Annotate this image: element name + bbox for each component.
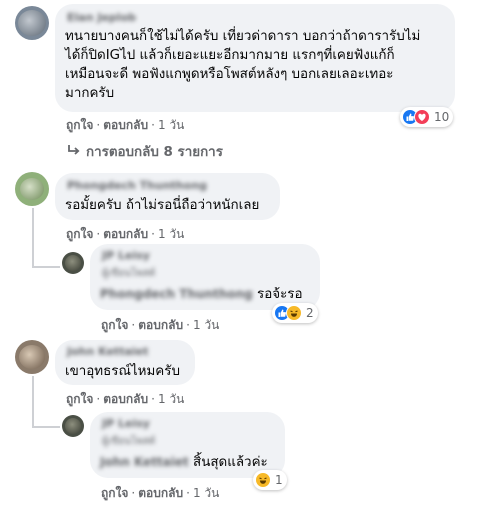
- author-badge: ผู้เขียนโพสต์: [102, 268, 156, 279]
- haha-reaction-icon: [255, 472, 271, 488]
- comment-bubble: John Kettaiet เขาอุทธรณ์ไหมครับ: [55, 340, 195, 385]
- thread-line: [32, 426, 60, 428]
- avatar[interactable]: [62, 415, 84, 437]
- comment-text-line: ได้ก็ปิดIGไป แล้วก็เยอะแยะอีกมากมาย แรกๆ…: [65, 48, 395, 63]
- like-button[interactable]: ถูกใจ: [101, 318, 128, 332]
- comment-author[interactable]: Phongdech Thunthong: [67, 179, 207, 192]
- comment-author[interactable]: John Kettaiet: [67, 345, 148, 358]
- reaction-count: 2: [306, 306, 314, 320]
- comment-actions: ถูกใจ · ตอบกลับ · 1 วัน: [66, 225, 184, 244]
- reply-actions: ถูกใจ · ตอบกลับ · 1 วัน: [101, 484, 219, 503]
- reaction-summary[interactable]: 2: [272, 303, 318, 323]
- comment-bubble: Phongdech Thunthong รอมั้ยครับ ถ้าไม่รอน…: [55, 173, 280, 220]
- avatar[interactable]: [15, 340, 49, 374]
- comment-author[interactable]: Elan Jeplob: [67, 11, 136, 24]
- comment-actions: ถูกใจ · ตอบกลับ · 1 วัน: [66, 390, 184, 409]
- like-button[interactable]: ถูกใจ: [66, 227, 93, 241]
- separator: ·: [186, 486, 190, 500]
- separator: ·: [151, 227, 155, 241]
- avatar[interactable]: [62, 252, 84, 274]
- mention-link[interactable]: Phongdech Thunthong: [100, 287, 253, 301]
- comment-bubble: Elan Jeplob ทนายบางคนก็ใช้ไม่ได้ครับ เที…: [55, 4, 455, 112]
- avatar[interactable]: [15, 6, 49, 40]
- reply-bubble: JP Leisy ผู้เขียนโพสต์ Phongdech Thuntho…: [90, 244, 320, 310]
- reply-button[interactable]: ตอบกลับ: [103, 118, 148, 132]
- reply-text: John Kettaiet สิ้นสุดแล้วค่ะ: [100, 453, 268, 472]
- like-button[interactable]: ถูกใจ: [101, 486, 128, 500]
- reply-button[interactable]: ตอบกลับ: [138, 318, 183, 332]
- comment-text-line: เหมือนจะดี พอฟังแกพูดหรือโพสต์หลังๆ บอกเ…: [65, 67, 394, 82]
- thread-line: [32, 208, 34, 268]
- mention-link[interactable]: John Kettaiet: [100, 455, 189, 469]
- reply-text: Phongdech Thunthong รอจ้ะรอ: [100, 285, 303, 304]
- reply-timestamp[interactable]: 1 วัน: [193, 486, 219, 500]
- reply-text-content: รอจ้ะรอ: [252, 287, 303, 302]
- comments-panel: { "comments": [ { "author": "Elan Jeplob…: [0, 0, 493, 505]
- comment-timestamp[interactable]: 1 วัน: [158, 118, 184, 132]
- comment-text: รอมั้ยครับ ถ้าไม่รอนี่ถือว่าหนักเลย: [65, 198, 260, 213]
- author-badge: ผู้เขียนโพสต์: [102, 436, 156, 447]
- separator: ·: [96, 118, 101, 132]
- separator: ·: [131, 318, 136, 332]
- separator: ·: [151, 392, 155, 406]
- reaction-count: 1: [275, 473, 283, 487]
- comment-text-line: มากครับ: [65, 86, 115, 101]
- comment-text-line: ทนายบางคนก็ใช้ไม่ได้ครับ เที่ยวด่าดารา บ…: [65, 29, 421, 44]
- comment-timestamp[interactable]: 1 วัน: [158, 392, 184, 406]
- reply-arrow-icon: [66, 142, 82, 158]
- like-button[interactable]: ถูกใจ: [66, 392, 93, 406]
- like-button[interactable]: ถูกใจ: [66, 118, 93, 132]
- avatar[interactable]: [15, 172, 49, 206]
- reply-button[interactable]: ตอบกลับ: [138, 486, 183, 500]
- reply-author[interactable]: JP Leisy: [102, 249, 150, 262]
- comment-text: เขาอุทธรณ์ไหมครับ: [65, 364, 180, 379]
- separator: ·: [186, 318, 190, 332]
- haha-reaction-icon: [286, 305, 302, 321]
- reply-bubble: JP Leisy ผู้เขียนโพสต์ John Kettaiet สิ้…: [90, 412, 285, 478]
- thread-line: [32, 266, 60, 268]
- love-reaction-icon: [414, 109, 430, 125]
- separator: ·: [96, 227, 101, 241]
- separator: ·: [131, 486, 136, 500]
- separator: ·: [96, 392, 101, 406]
- view-replies-link[interactable]: การตอบกลับ 8 รายการ: [86, 141, 223, 162]
- reaction-count: 10: [434, 110, 450, 124]
- thread-line: [32, 376, 34, 428]
- reaction-summary[interactable]: 10: [400, 107, 454, 127]
- reply-text-content: สิ้นสุดแล้วค่ะ: [188, 455, 268, 470]
- reply-button[interactable]: ตอบกลับ: [103, 392, 148, 406]
- comment-timestamp[interactable]: 1 วัน: [158, 227, 184, 241]
- reply-timestamp[interactable]: 1 วัน: [193, 318, 219, 332]
- separator: ·: [151, 118, 155, 132]
- reply-author[interactable]: JP Leisy: [102, 417, 150, 430]
- comment-actions: ถูกใจ · ตอบกลับ · 1 วัน: [66, 116, 184, 135]
- reply-button[interactable]: ตอบกลับ: [103, 227, 148, 241]
- reaction-summary[interactable]: 1: [253, 470, 287, 490]
- reply-actions: ถูกใจ · ตอบกลับ · 1 วัน: [101, 316, 219, 335]
